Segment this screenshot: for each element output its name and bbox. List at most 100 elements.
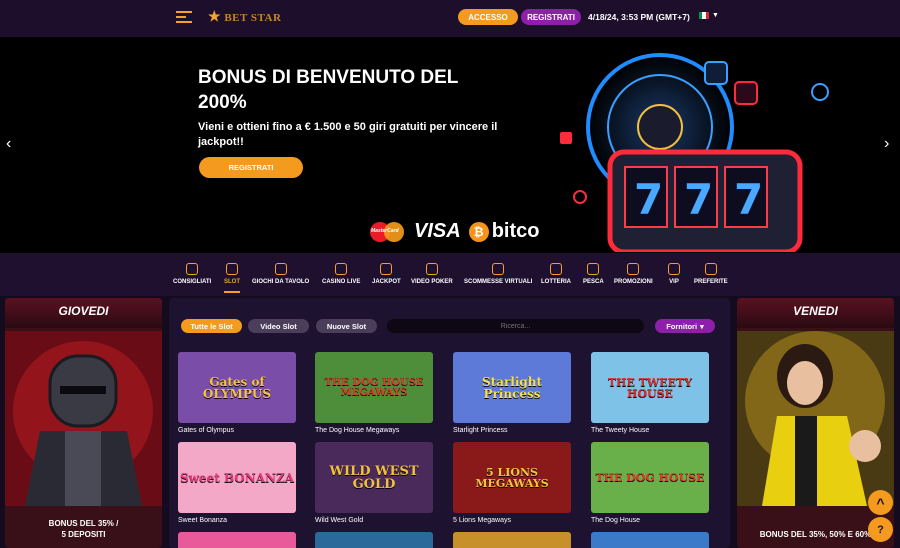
- jackpot-icon: [380, 263, 393, 275]
- game-card[interactable]: Gates of OLYMPUS Gates of Olympus: [178, 352, 296, 434]
- carousel-next-icon[interactable]: ›: [884, 135, 889, 153]
- heart-icon: [704, 263, 717, 275]
- category-preferite[interactable]: PREFERITE: [694, 263, 728, 285]
- fishing-hook-icon: [587, 263, 600, 275]
- game-logo: Starlight Princess: [481, 374, 543, 401]
- game-card[interactable]: 5 LIONS MEGAWAYS 5 Lions Megaways: [453, 442, 571, 524]
- game-thumbnail[interactable]: Gates of OLYMPUS: [178, 352, 296, 423]
- slot-machine-illustration: 7 7 7: [540, 42, 840, 252]
- game-title: Sweet Bonanza: [178, 517, 228, 524]
- horse-icon: [492, 263, 505, 275]
- hero-subtitle: Vieni e ottieni fino a € 1.500 e 50 giri…: [198, 121, 498, 148]
- menu-icon[interactable]: [176, 11, 192, 25]
- category-vip[interactable]: VIP: [668, 263, 680, 285]
- game-title: The Tweety House: [591, 427, 650, 434]
- game-logo: THE DOG HOUSE: [595, 471, 705, 484]
- providers-dropdown[interactable]: Fornitori ▾: [655, 319, 715, 333]
- gift-icon: [627, 263, 640, 275]
- category-pesca[interactable]: PESCA: [583, 263, 604, 285]
- promo-day-title: GIOVEDI: [58, 304, 109, 318]
- visa-logo: VISA: [414, 220, 461, 242]
- game-thumbnail[interactable]: WILD WEST GOLD: [315, 442, 433, 513]
- game-card[interactable]: THE DOG HOUSE The Dog House: [591, 442, 709, 524]
- roulette-icon: [335, 263, 348, 275]
- game-title: The Dog House Megaways: [315, 427, 400, 434]
- payment-methods: MasterCard VISA ₿ bitcoin: [370, 220, 557, 243]
- game-title: Wild West Gold: [315, 517, 364, 524]
- game-thumbnail[interactable]: [453, 532, 571, 548]
- category-nav: CONSIGLIATI SLOT GIOCHI DA TAVOLO CASINO…: [0, 253, 900, 296]
- game-card[interactable]: WILD WEST GOLD Wild West Gold: [315, 442, 433, 524]
- games-section: Tutte le Slot Video Slot Nuove Slot Forn…: [169, 298, 730, 548]
- crown-icon: [668, 263, 680, 275]
- category-giochi-da-tavolo[interactable]: GIOCHI DA TAVOLO: [252, 263, 309, 285]
- scroll-up-button[interactable]: ^: [868, 490, 893, 515]
- promo-day-title: VENEDI: [793, 304, 838, 318]
- game-thumbnail[interactable]: THE TWEETY HOUSE: [591, 352, 709, 423]
- game-card[interactable]: Starlight Princess Starlight Princess: [453, 352, 571, 434]
- game-thumbnail[interactable]: [315, 532, 433, 548]
- site-logo[interactable]: ★ BET STAR: [208, 9, 281, 26]
- game-thumbnail[interactable]: [591, 532, 709, 548]
- star-icon: ★: [208, 10, 222, 25]
- chevron-down-icon: ▾: [700, 321, 704, 331]
- category-video-poker[interactable]: VIDEO POKER: [411, 263, 453, 285]
- game-logo: THE DOG HOUSE MEGAWAYS: [324, 376, 424, 398]
- game-thumbnail[interactable]: THE DOG HOUSE: [591, 442, 709, 513]
- game-logo: 5 LIONS MEGAWAYS: [475, 465, 549, 490]
- svg-text:7: 7: [734, 175, 763, 224]
- search-input[interactable]: [387, 319, 644, 333]
- filter-new-slots[interactable]: Nuove Slot: [316, 319, 377, 333]
- svg-text:7: 7: [634, 175, 663, 224]
- mastercard-logo: MasterCard: [370, 221, 406, 243]
- svg-text:7: 7: [684, 175, 713, 224]
- game-title: Starlight Princess: [453, 427, 508, 434]
- game-logo: WILD WEST GOLD: [329, 463, 419, 492]
- slot-icon: [226, 263, 238, 275]
- italy-flag-icon: [699, 12, 709, 19]
- knight-illustration: [5, 331, 162, 506]
- game-title: The Dog House: [591, 517, 641, 524]
- category-jackpot[interactable]: JACKPOT: [372, 263, 401, 285]
- game-card[interactable]: THE TWEETY HOUSE The Tweety House: [591, 352, 709, 434]
- support-chat-button[interactable]: ?: [868, 517, 893, 542]
- game-card[interactable]: Sweet BONANZA Sweet Bonanza: [178, 442, 296, 524]
- poker-icon: [425, 263, 438, 275]
- carousel-prev-icon[interactable]: ‹: [6, 135, 11, 153]
- game-thumbnail[interactable]: 5 LIONS MEGAWAYS: [453, 442, 571, 513]
- chevron-down-icon: ▼: [712, 12, 719, 19]
- bitcoin-icon: ₿: [468, 221, 489, 242]
- thumbs-up-icon: [186, 263, 199, 275]
- game-logo: THE TWEETY HOUSE: [607, 375, 693, 400]
- category-consigliati[interactable]: CONSIGLIATI: [173, 263, 211, 285]
- datetime-display: 4/18/24, 3:53 PM (GMT+7): [588, 12, 690, 22]
- woman-illustration: [737, 331, 894, 506]
- game-title: Gates of Olympus: [178, 427, 235, 434]
- promo-panel-left[interactable]: GIOVEDI BONUS DEL 35% /5 DEPOSITI: [5, 298, 162, 548]
- register-button[interactable]: REGISTRATI: [521, 9, 581, 25]
- filter-all-slots[interactable]: Tutte le Slot: [181, 319, 242, 333]
- logo-text: BET STAR: [224, 12, 282, 24]
- game-thumbnail[interactable]: THE DOG HOUSE MEGAWAYS: [315, 352, 433, 423]
- category-casino-live[interactable]: CASINO LIVE: [322, 263, 360, 285]
- category-scommesse-virtuali[interactable]: SCOMMESSE VIRTUALI: [464, 263, 532, 285]
- game-logo: Gates of OLYMPUS: [202, 374, 272, 401]
- category-slot[interactable]: SLOT: [224, 263, 240, 293]
- hero-register-button[interactable]: REGISTRATI: [199, 157, 303, 178]
- category-promozioni[interactable]: PROMOZIONI: [614, 263, 653, 285]
- top-header: ★ BET STAR ACCESSO REGISTRATI 4/18/24, 3…: [0, 0, 900, 37]
- game-thumbnail[interactable]: [178, 532, 296, 548]
- hero-title: BONUS DI BENVENUTO DEL 200%: [198, 67, 459, 113]
- cards-icon: [274, 263, 287, 275]
- game-thumbnail[interactable]: Starlight Princess: [453, 352, 571, 423]
- promo-caption: BONUS DEL 35% /5 DEPOSITI: [48, 519, 119, 539]
- game-card[interactable]: THE DOG HOUSE MEGAWAYS The Dog House Meg…: [315, 352, 433, 434]
- hero-banner[interactable]: ‹ BONUS DI BENVENUTO DEL 200% Vieni e ot…: [0, 37, 900, 253]
- game-logo: Sweet BONANZA: [179, 470, 295, 485]
- filter-video-slot[interactable]: Video Slot: [248, 319, 309, 333]
- language-selector[interactable]: ▼: [699, 12, 719, 19]
- game-thumbnail[interactable]: Sweet BONANZA: [178, 442, 296, 513]
- category-lotteria[interactable]: LOTTERIA: [541, 263, 571, 285]
- login-button[interactable]: ACCESSO: [458, 9, 518, 25]
- lottery-icon: [550, 263, 562, 275]
